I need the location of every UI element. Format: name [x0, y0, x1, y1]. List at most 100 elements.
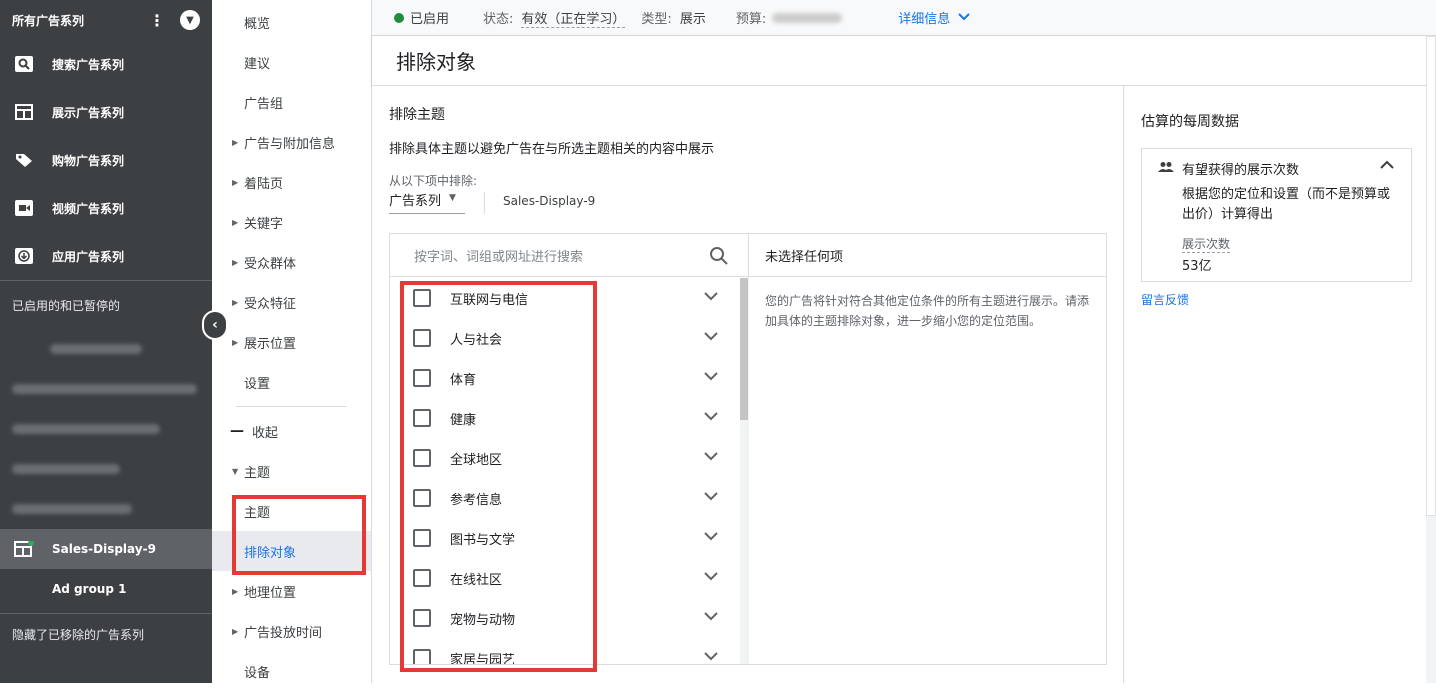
minus-icon: — — [230, 423, 244, 439]
topic-row[interactable]: 家居与园艺 — [390, 638, 740, 664]
chevron-down-icon[interactable] — [704, 490, 718, 505]
topic-list-panel: 按字词、词组或网址进行搜索 互联网与电信人与社会 体育健康全球地区 参考信息图书与文… — [390, 234, 749, 664]
search-input[interactable]: 按字词、词组或网址进行搜索 — [414, 246, 583, 265]
blurred-campaign[interactable] — [0, 489, 212, 529]
sidebar-item-display[interactable]: 展示广告系列 — [0, 88, 212, 136]
topic-row[interactable]: 全球地区 — [390, 438, 740, 478]
scrollbar-thumb[interactable] — [1426, 36, 1436, 516]
topic-row[interactable]: 宠物与动物 — [390, 598, 740, 638]
nav-label: 展示位置 — [244, 336, 297, 352]
enabled-status[interactable]: 已启用 — [410, 8, 449, 27]
page-scrollbar[interactable] — [1426, 36, 1436, 683]
topic-checkbox[interactable] — [413, 489, 431, 507]
nav-label: 广告投放时间 — [244, 625, 323, 641]
topic-row[interactable]: 参考信息 — [390, 478, 740, 518]
topic-row[interactable]: 图书与文学 — [390, 518, 740, 558]
chevron-down-icon[interactable] — [704, 650, 718, 664]
topic-row[interactable]: 互联网与电信 — [390, 278, 740, 318]
topic-checkbox[interactable] — [413, 649, 431, 664]
chevron-up-icon[interactable] — [1380, 159, 1394, 174]
nav-item-settings[interactable]: 设置 — [212, 362, 371, 402]
sidebar-item-video[interactable]: 视频广告系列 — [0, 184, 212, 232]
sidebar-ad-group[interactable]: Ad group 1 — [0, 569, 212, 609]
sidebar-active-campaign[interactable]: Sales-Display-9 — [0, 529, 212, 569]
collapse-sidebar-button[interactable]: ‹ — [202, 310, 228, 340]
section-title: 排除主题 — [389, 107, 445, 123]
sidebar-item-label: 视频广告系列 — [52, 201, 125, 216]
topic-checkbox[interactable] — [413, 369, 431, 387]
nav-item-topics-sub[interactable]: 主题 — [212, 491, 371, 531]
nav-item-ad-groups[interactable]: 广告组 — [212, 82, 371, 122]
topic-checkbox[interactable] — [413, 409, 431, 427]
nav-item-ads[interactable]: ▶ 广告与附加信息 — [212, 122, 371, 162]
card-title: 有望获得的展示次数 — [1182, 163, 1300, 178]
sidebar-header[interactable]: 所有广告系列 ⋮ ▼ — [0, 0, 212, 40]
topic-row[interactable]: 人与社会 — [390, 318, 740, 358]
topic-row[interactable]: 体育 — [390, 358, 740, 398]
nav-item-recommendations[interactable]: 建议 — [212, 42, 371, 82]
topic-row[interactable]: 健康 — [390, 398, 740, 438]
topic-checkbox[interactable] — [413, 329, 431, 347]
sidebar-item-app[interactable]: 应用广告系列 — [0, 232, 212, 280]
selected-topics-panel: 未选择任何项 您的广告将针对符合其他定位条件的所有主题进行展示。请添加具体的主题… — [749, 234, 1106, 664]
nav-item-audiences[interactable]: ▶ 受众群体 — [212, 242, 371, 282]
blurred-campaign[interactable] — [0, 449, 212, 489]
topic-checkbox[interactable] — [413, 289, 431, 307]
nav-item-topics[interactable]: ▼ 主题 — [212, 451, 371, 491]
chevron-down-icon[interactable] — [704, 410, 718, 425]
dropdown-circle-icon[interactable]: ▼ — [180, 10, 200, 30]
blurred-campaign[interactable] — [0, 369, 212, 409]
type-value: 展示 — [679, 12, 706, 27]
nav-label: 排除对象 — [244, 545, 297, 561]
nav-item-overview[interactable]: 概览 — [212, 2, 371, 42]
hidden-campaigns-label[interactable]: 隐藏了已移除的广告系列 — [0, 614, 212, 654]
topic-checkbox[interactable] — [413, 609, 431, 627]
scrollbar-thumb[interactable] — [740, 278, 748, 420]
more-options-icon[interactable]: ⋮ — [148, 11, 166, 30]
topic-label: 健康 — [450, 412, 477, 428]
chevron-down-icon[interactable] — [704, 370, 718, 385]
chevron-down-icon[interactable] — [704, 610, 718, 625]
blurred-campaign[interactable] — [0, 409, 212, 449]
topic-label: 互联网与电信 — [450, 292, 529, 308]
topic-checkbox[interactable] — [413, 449, 431, 467]
sidebar-item-label: 展示广告系列 — [52, 105, 125, 120]
topic-label: 图书与文学 — [450, 532, 516, 548]
budget-label: 预算: — [735, 12, 767, 27]
nav-collapse[interactable]: — 收起 — [212, 411, 371, 451]
search-icon[interactable] — [709, 246, 729, 266]
nav-item-ad-schedule[interactable]: ▶ 广告投放时间 — [212, 611, 371, 651]
chevron-down-icon[interactable] — [704, 330, 718, 345]
topic-checkbox[interactable] — [413, 569, 431, 587]
blurred-campaign[interactable] — [0, 329, 212, 369]
chevron-down-icon[interactable] — [958, 10, 970, 25]
display-icon — [14, 541, 34, 557]
nav-item-devices[interactable]: 设备 — [212, 651, 371, 691]
topic-row[interactable]: 在线社区 — [390, 558, 740, 598]
topic-search[interactable]: 按字词、词组或网址进行搜索 — [390, 234, 748, 277]
collapse-arrow-icon: ▼ — [232, 466, 239, 476]
page-title: 排除对象 — [372, 36, 1426, 86]
sidebar-item-shopping[interactable]: 购物广告系列 — [0, 136, 212, 184]
chevron-down-icon[interactable] — [704, 450, 718, 465]
topic-scrollbar[interactable] — [740, 278, 749, 664]
nav-item-placements[interactable]: ▶ 展示位置 — [212, 322, 371, 362]
exclude-level-dropdown[interactable]: 广告系列 ▼ — [389, 190, 465, 214]
nav-item-keywords[interactable]: ▶ 关键字 — [212, 202, 371, 242]
chevron-down-icon[interactable] — [704, 570, 718, 585]
sidebar-item-search[interactable]: 搜索广告系列 — [0, 40, 212, 88]
details-link[interactable]: 详细信息 — [898, 8, 950, 27]
impressions-card: 有望获得的展示次数 根据您的定位和设置（而不是预算或出价）计算得出 展示次数 5… — [1141, 148, 1412, 282]
nav-label: 受众特征 — [244, 296, 297, 312]
chevron-down-icon[interactable] — [704, 530, 718, 545]
chevron-down-icon[interactable] — [704, 290, 718, 305]
budget-value-blurred — [772, 12, 843, 23]
nav-item-landing-pages[interactable]: ▶ 着陆页 — [212, 162, 371, 202]
nav-label: 主题 — [244, 465, 271, 481]
nav-item-exclusions[interactable]: 排除对象 — [212, 531, 371, 571]
nav-item-demographics[interactable]: ▶ 受众特征 — [212, 282, 371, 322]
feedback-link[interactable]: 留言反馈 — [1141, 291, 1189, 308]
sidebar-item-label: 应用广告系列 — [52, 249, 125, 264]
topic-checkbox[interactable] — [413, 529, 431, 547]
nav-item-locations[interactable]: ▶ 地理位置 — [212, 571, 371, 611]
